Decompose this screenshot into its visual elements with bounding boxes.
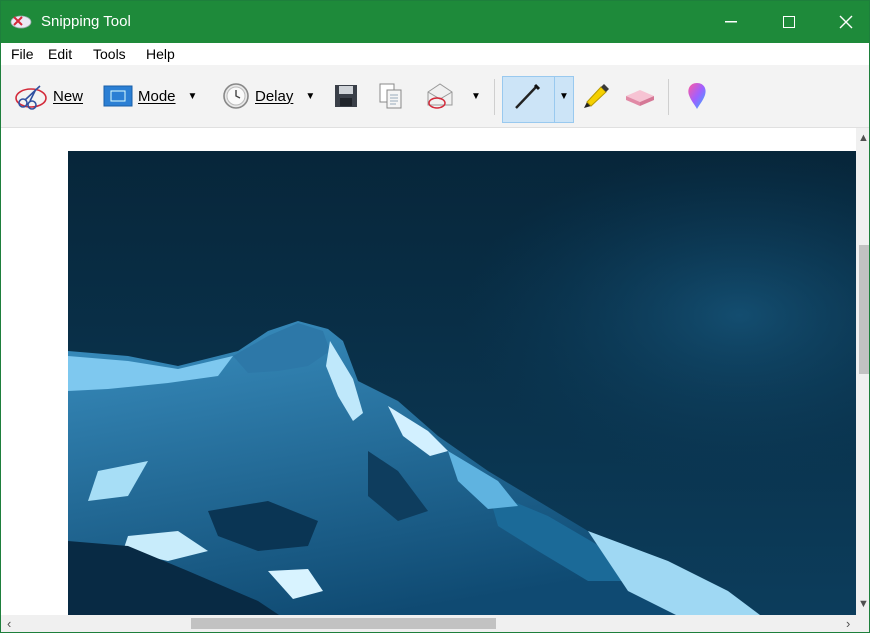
snip-canvas[interactable] bbox=[1, 128, 856, 615]
delay-clock-icon bbox=[223, 83, 249, 109]
horizontal-scroll-thumb[interactable] bbox=[191, 618, 496, 629]
menu-tools[interactable]: Tools bbox=[93, 46, 126, 62]
scroll-right-icon[interactable]: › bbox=[846, 616, 850, 631]
snipping-tool-window: Snipping Tool File Edit Tools Help New M… bbox=[0, 0, 870, 633]
save-button[interactable] bbox=[334, 65, 358, 127]
mode-dropdown-icon[interactable]: ▼ bbox=[188, 91, 198, 102]
pen-dropdown[interactable]: ▼ bbox=[559, 65, 569, 127]
pen-dropdown-icon[interactable]: ▼ bbox=[559, 91, 569, 102]
minimize-button[interactable] bbox=[708, 1, 754, 43]
pen-tool[interactable] bbox=[512, 65, 542, 127]
pen-split-divider bbox=[554, 76, 555, 123]
paint3d-icon bbox=[688, 83, 706, 109]
delay-dropdown-icon[interactable]: ▼ bbox=[305, 91, 315, 102]
vertical-scroll-thumb[interactable] bbox=[859, 245, 869, 374]
close-icon bbox=[839, 15, 853, 29]
horizontal-scrollbar[interactable]: ‹ › bbox=[1, 615, 869, 632]
menu-edit[interactable]: Edit bbox=[48, 46, 72, 62]
highlighter-icon bbox=[584, 84, 609, 108]
menu-bar: File Edit Tools Help bbox=[1, 43, 869, 65]
window-title: Snipping Tool bbox=[41, 13, 131, 30]
send-snip-button[interactable]: ▼ bbox=[425, 65, 481, 127]
eraser-icon bbox=[626, 90, 654, 106]
new-label: New bbox=[53, 87, 84, 105]
minimize-icon bbox=[725, 21, 737, 23]
pen-icon bbox=[515, 83, 541, 109]
snipping-tool-app-icon bbox=[10, 15, 32, 29]
menu-help[interactable]: Help bbox=[146, 46, 175, 62]
menu-file[interactable]: File bbox=[11, 46, 34, 62]
new-snip-button[interactable]: New bbox=[14, 65, 83, 127]
scroll-down-icon[interactable]: ▼ bbox=[858, 598, 869, 610]
scroll-up-icon[interactable]: ▲ bbox=[858, 132, 869, 144]
maximize-icon bbox=[783, 16, 795, 28]
copy-button[interactable] bbox=[378, 65, 404, 127]
eraser-button[interactable] bbox=[623, 65, 657, 127]
scroll-left-icon[interactable]: ‹ bbox=[7, 616, 11, 631]
delay-label: Delay bbox=[255, 87, 294, 105]
mode-button[interactable]: Mode ▼ bbox=[103, 65, 197, 127]
close-button[interactable] bbox=[823, 1, 869, 43]
mode-icon bbox=[103, 85, 133, 107]
title-bar[interactable]: Snipping Tool bbox=[1, 1, 869, 43]
highlighter-button[interactable] bbox=[579, 65, 611, 127]
send-snip-icon bbox=[427, 83, 453, 109]
delay-button[interactable]: Delay ▼ bbox=[222, 65, 315, 127]
copy-icon bbox=[379, 83, 402, 109]
toolbar-separator bbox=[494, 79, 495, 115]
send-dropdown-icon[interactable]: ▼ bbox=[471, 91, 481, 102]
vertical-scrollbar[interactable]: ▲ ▼ bbox=[856, 128, 869, 615]
maximize-button[interactable] bbox=[766, 1, 812, 43]
paint3d-button[interactable] bbox=[685, 65, 709, 127]
new-snip-icon bbox=[15, 85, 47, 110]
save-icon bbox=[335, 85, 357, 107]
mode-label: Mode bbox=[138, 87, 176, 105]
toolbar-separator bbox=[668, 79, 669, 115]
captured-snip-image bbox=[68, 151, 856, 615]
toolbar: New Mode ▼ Delay ▼ ▼ ▼ bbox=[1, 65, 869, 128]
